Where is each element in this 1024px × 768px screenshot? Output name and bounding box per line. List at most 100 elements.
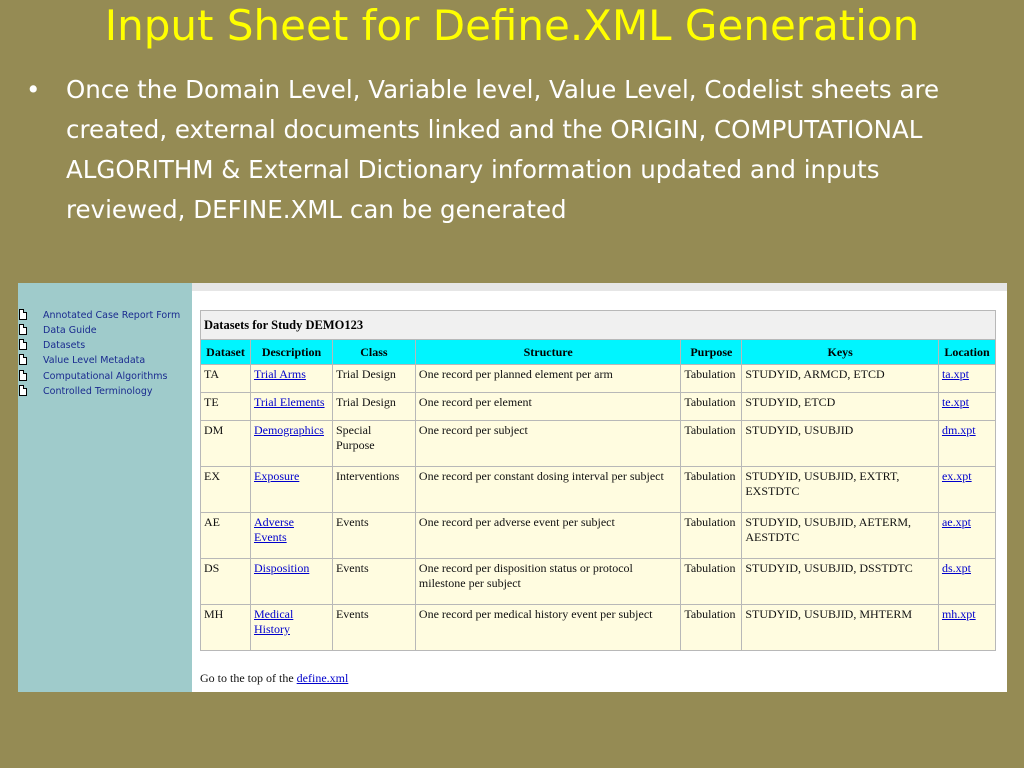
cell-structure: One record per subject <box>414 420 682 467</box>
document-icon <box>19 324 27 335</box>
cell-description: Exposure <box>249 466 333 513</box>
sidebar-item-label: Datasets <box>43 340 86 351</box>
table-caption: Datasets for Study DEMO123 <box>200 310 996 340</box>
table-header-row: Dataset Description Class Structure Purp… <box>200 339 997 365</box>
cell-location: ae.xpt <box>937 512 997 559</box>
cell-dataset: TE <box>200 392 251 421</box>
cell-structure: One record per adverse event per subject <box>414 512 682 559</box>
cell-location: ta.xpt <box>937 364 997 393</box>
cell-purpose: Tabulation <box>680 392 743 421</box>
column-header-dataset: Dataset <box>200 339 251 365</box>
cell-dataset: AE <box>200 512 251 559</box>
top-scroll-strip <box>192 283 1007 291</box>
document-icon <box>19 309 27 320</box>
datasets-table: Datasets for Study DEMO123 Dataset Descr… <box>200 310 997 651</box>
description-link[interactable]: Disposition <box>254 561 309 575</box>
cell-keys: STUDYID, USUBJID, EXTRT, EXSTDTC <box>741 466 939 513</box>
cell-purpose: Tabulation <box>680 466 743 513</box>
cell-keys: STUDYID, USUBJID <box>741 420 939 467</box>
cell-purpose: Tabulation <box>680 512 743 559</box>
location-link[interactable]: ta.xpt <box>942 367 969 381</box>
cell-location: te.xpt <box>937 392 997 421</box>
table-row: DM Demographics Special Purpose One reco… <box>200 420 997 467</box>
cell-dataset: EX <box>200 466 251 513</box>
cell-keys: STUDYID, USUBJID, AETERM, AESTDTC <box>741 512 939 559</box>
cell-class: Events <box>331 558 416 605</box>
column-header-location: Location <box>937 339 997 365</box>
column-header-keys: Keys <box>741 339 939 365</box>
cell-dataset: TA <box>200 364 251 393</box>
cell-dataset: DM <box>200 420 251 467</box>
location-link[interactable]: ae.xpt <box>942 515 971 529</box>
table-row: TE Trial Elements Trial Design One recor… <box>200 392 997 421</box>
column-header-class: Class <box>331 339 416 365</box>
cell-purpose: Tabulation <box>680 558 743 605</box>
document-icon <box>19 385 27 396</box>
table-row: AE Adverse Events Events One record per … <box>200 512 997 559</box>
cell-purpose: Tabulation <box>680 420 743 467</box>
sidebar-item-label: Computational Algorithms <box>43 371 168 382</box>
cell-structure: One record per disposition status or pro… <box>414 558 682 605</box>
description-link[interactable]: Demographics <box>254 423 324 437</box>
cell-location: ex.xpt <box>937 466 997 513</box>
document-icon <box>19 354 27 365</box>
cell-description: Trial Arms <box>249 364 333 393</box>
cell-class: Trial Design <box>331 364 416 393</box>
cell-keys: STUDYID, USUBJID, MHTERM <box>741 604 939 651</box>
table-row: TA Trial Arms Trial Design One record pe… <box>200 364 997 393</box>
column-header-purpose: Purpose <box>680 339 743 365</box>
cell-keys: STUDYID, ETCD <box>741 392 939 421</box>
description-link[interactable]: Adverse Events <box>254 515 294 544</box>
cell-keys: STUDYID, USUBJID, DSSTDTC <box>741 558 939 605</box>
cell-purpose: Tabulation <box>680 604 743 651</box>
cell-description: Disposition <box>249 558 333 605</box>
slide-title: Input Sheet for Define.XML Generation <box>104 1 920 50</box>
cell-class: Special Purpose <box>331 420 416 467</box>
document-icon <box>19 370 27 381</box>
cell-description: Demographics <box>249 420 333 467</box>
sidebar-item-label: Value Level Metadata <box>43 355 146 366</box>
document-icon <box>19 339 27 350</box>
footer-prefix: Go to the top of the <box>200 671 297 685</box>
cell-dataset: DS <box>200 558 251 605</box>
cell-structure: One record per medical history event per… <box>414 604 682 651</box>
cell-structure: One record per constant dosing interval … <box>414 466 682 513</box>
cell-class: Events <box>331 512 416 559</box>
cell-class: Interventions <box>331 466 416 513</box>
define-xml-top-link[interactable]: define.xml <box>297 671 349 685</box>
footer-note: Go to the top of the define.xml <box>200 671 348 686</box>
location-link[interactable]: ex.xpt <box>942 469 972 483</box>
bullet-point: • Once the Domain Level, Variable level,… <box>26 70 996 230</box>
sidebar-item-label: Annotated Case Report Form <box>43 310 181 321</box>
description-link[interactable]: Exposure <box>254 469 299 483</box>
column-header-description: Description <box>249 339 333 365</box>
cell-location: ds.xpt <box>937 558 997 605</box>
column-header-structure: Structure <box>414 339 682 365</box>
description-link[interactable]: Medical History <box>254 607 293 636</box>
sidebar: Annotated Case Report Form Data Guide Da… <box>18 283 192 692</box>
cell-keys: STUDYID, ARMCD, ETCD <box>741 364 939 393</box>
location-link[interactable]: mh.xpt <box>942 607 976 621</box>
bullet-icon: • <box>26 75 41 104</box>
sidebar-item-label: Data Guide <box>43 325 97 336</box>
sidebar-item-label: Controlled Terminology <box>43 386 153 397</box>
description-link[interactable]: Trial Arms <box>254 367 306 381</box>
cell-structure: One record per element <box>414 392 682 421</box>
cell-dataset: MH <box>200 604 251 651</box>
location-link[interactable]: te.xpt <box>942 395 969 409</box>
cell-purpose: Tabulation <box>680 364 743 393</box>
location-link[interactable]: dm.xpt <box>942 423 976 437</box>
location-link[interactable]: ds.xpt <box>942 561 971 575</box>
description-link[interactable]: Trial Elements <box>254 395 325 409</box>
cell-structure: One record per planned element per arm <box>414 364 682 393</box>
table-row: MH Medical History Events One record per… <box>200 604 997 651</box>
cell-location: dm.xpt <box>937 420 997 467</box>
table-row: EX Exposure Interventions One record per… <box>200 466 997 513</box>
bullet-text: Once the Domain Level, Variable level, V… <box>66 75 940 224</box>
cell-description: Adverse Events <box>249 512 333 559</box>
table-row: DS Disposition Events One record per dis… <box>200 558 997 605</box>
cell-class: Events <box>331 604 416 651</box>
define-xml-screenshot: Annotated Case Report Form Data Guide Da… <box>18 283 1007 692</box>
main-content: Datasets for Study DEMO123 Dataset Descr… <box>192 283 1007 692</box>
cell-location: mh.xpt <box>937 604 997 651</box>
